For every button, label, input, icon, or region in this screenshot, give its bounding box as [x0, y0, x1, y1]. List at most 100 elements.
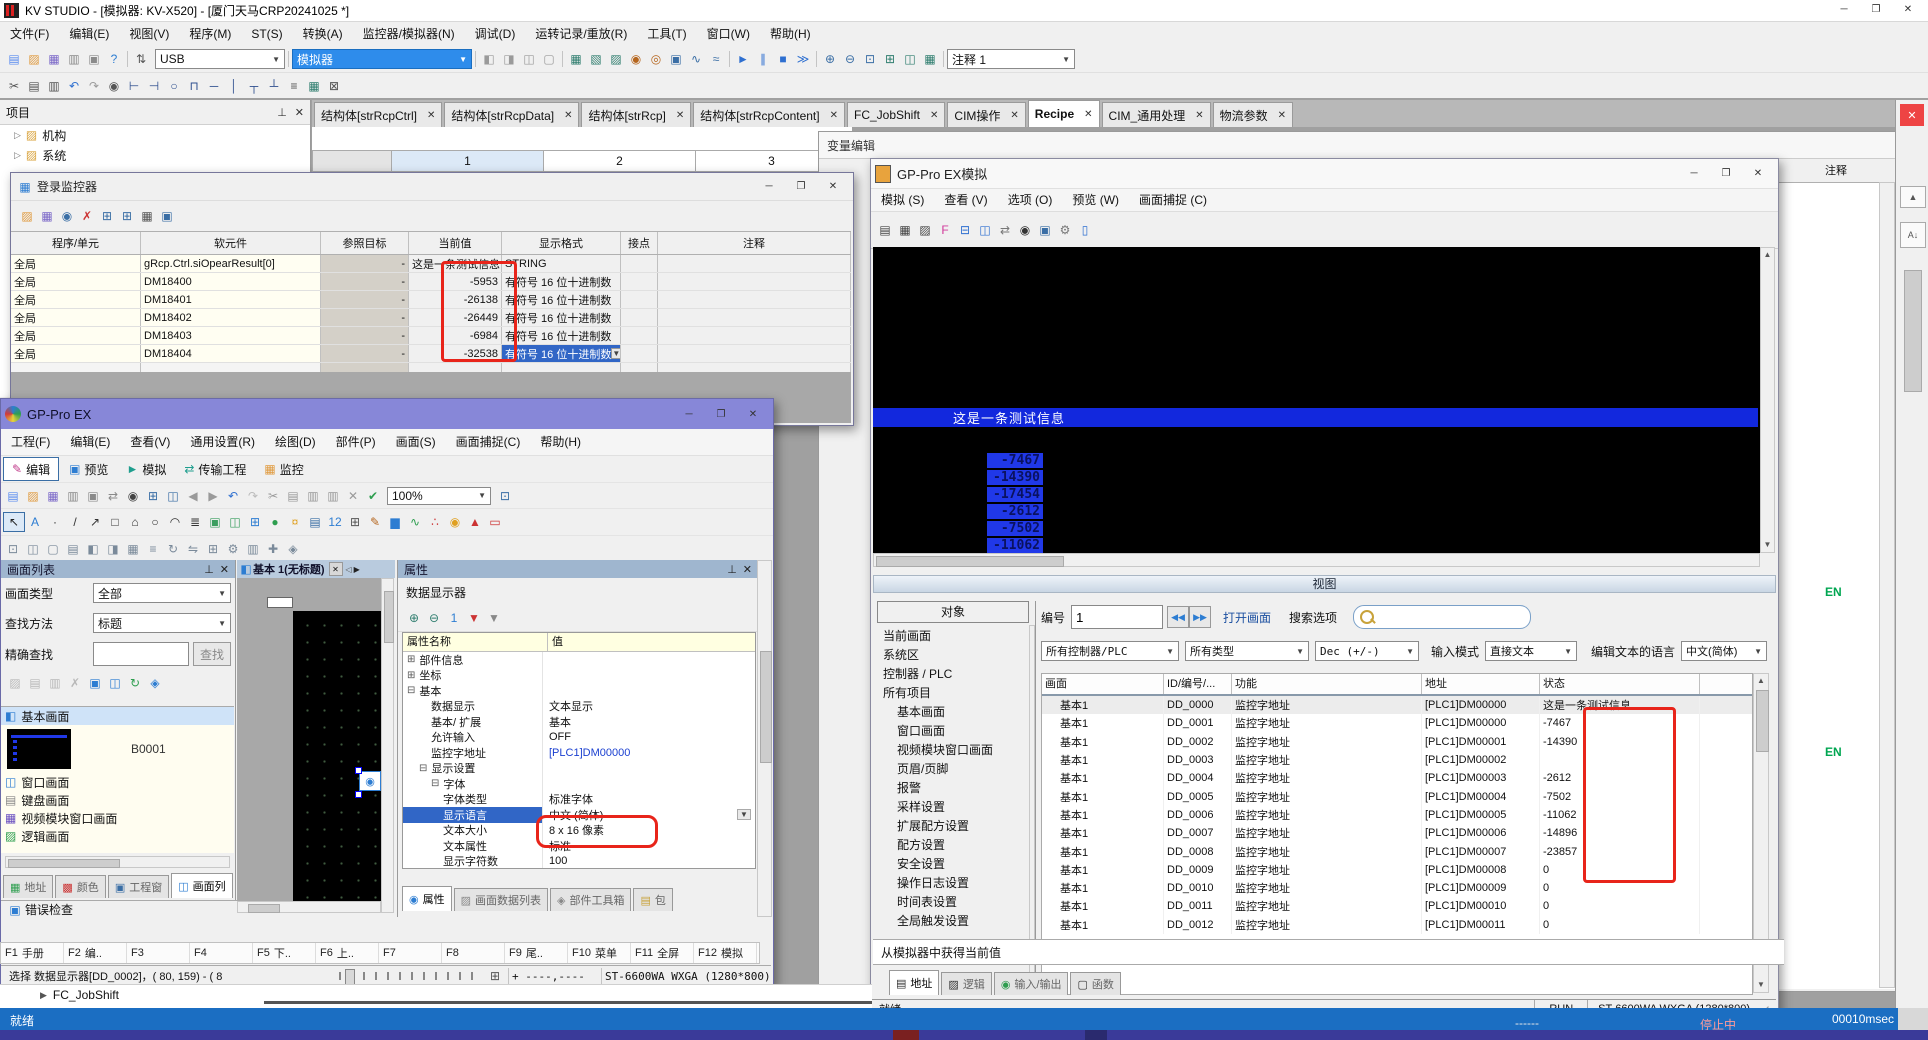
clear-plc-icon[interactable]: ▢ [539, 50, 559, 68]
sim-menu-item-1[interactable]: 查看 (V) [934, 189, 997, 211]
tab-prev-icon[interactable]: ◁ [346, 565, 352, 574]
view-object-11[interactable]: 配方设置 [877, 836, 1035, 855]
prop-row-0[interactable]: ⊞部件信息 [403, 652, 755, 668]
close-button[interactable]: ✕ [817, 177, 849, 197]
gppro-menu-item-8[interactable]: 帮助(H) [530, 431, 591, 453]
edit-canvas[interactable]: ◉ [237, 578, 381, 913]
watch-row-0[interactable]: 全局gRcp.Ctrl.siOpearResult[0]-这是一条测试信息STR… [11, 255, 851, 273]
sim-menu-item-3[interactable]: 预览 (W) [1062, 189, 1129, 211]
view-row-1[interactable]: 基本1DD_0001监控字地址[PLC1]DM00000-7467 [1042, 714, 1752, 732]
camera-icon[interactable]: ◉ [1015, 221, 1035, 239]
screen-type-combo[interactable]: 全部▼ [93, 583, 231, 603]
zoom-in-icon[interactable]: ⊕ [820, 50, 840, 68]
gppro-menu-item-6[interactable]: 画面(S) [386, 431, 446, 453]
fkey-F6[interactable]: F6上.. [316, 943, 379, 963]
verify-plc-icon[interactable]: ◫ [519, 50, 539, 68]
expand-arrow-icon[interactable]: ▷ [14, 130, 21, 141]
gppro-menu-item-3[interactable]: 通用设置(R) [180, 431, 265, 453]
sim-menu-item-2[interactable]: 选项 (O) [998, 189, 1063, 211]
single-level-icon[interactable]: 1 [444, 609, 464, 627]
view-row-10[interactable]: 基本1DD_0010监控字地址[PLC1]DM000090 [1042, 879, 1752, 897]
sim-tab-地址[interactable]: ▤地址 [889, 970, 939, 995]
screen-thumbnail-row[interactable]: B0001 [1, 725, 234, 773]
panel-tab-画面列[interactable]: ◫画面列 [171, 873, 232, 898]
search-options-label[interactable]: 搜索选项 [1289, 609, 1337, 626]
view-object-9[interactable]: 采样设置 [877, 798, 1035, 817]
print-icon[interactable]: ▥ [64, 50, 84, 68]
view-row-5[interactable]: 基本1DD_0005监控字地址[PLC1]DM00004-7502 [1042, 787, 1752, 805]
view-object-0[interactable]: 当前画面 [877, 627, 1035, 646]
address-view-icon[interactable]: ▦ [895, 221, 915, 239]
branch-icon[interactable]: ┬ [244, 77, 264, 95]
new-screen-icon[interactable]: ▨ [5, 674, 25, 692]
gppro-menu-item-5[interactable]: 部件(P) [326, 431, 386, 453]
find-icon[interactable]: ◉ [104, 77, 124, 95]
view-col-2[interactable]: 功能 [1232, 674, 1422, 694]
lamp-part-icon[interactable]: ● [265, 513, 285, 531]
watch-col-6[interactable]: 注释 [658, 232, 851, 254]
device-monitor-icon[interactable]: ◎ [646, 50, 666, 68]
tab-close-icon[interactable]: ✕ [564, 110, 572, 121]
panel-tab-工程窗[interactable]: ▣工程窗 [108, 875, 169, 898]
gppro-menu-item-2[interactable]: 查看(V) [120, 431, 180, 453]
tab-next-icon[interactable]: ▶ [354, 565, 360, 574]
prop-row-12[interactable]: 文本属性标准 [403, 838, 755, 854]
tab-close-icon[interactable]: ✕ [830, 110, 838, 121]
coil-icon[interactable]: ○ [164, 77, 184, 95]
contact-no-icon[interactable]: ⊢ [124, 77, 144, 95]
tree-item-fcjobshift[interactable]: ▶ FC_JobShift [40, 988, 119, 1002]
window-part-icon[interactable]: ⊡ [3, 540, 23, 558]
kv-menu-item-0[interactable]: 文件(F) [0, 23, 59, 45]
view-row-6[interactable]: 基本1DD_0006监控字地址[PLC1]DM00005-11062 [1042, 806, 1752, 824]
view-object-7[interactable]: 页眉/页脚 [877, 760, 1035, 779]
usb-combo[interactable]: USB▼ [155, 49, 285, 69]
realtime-chart-icon[interactable]: ≈ [706, 50, 726, 68]
write-plc-icon[interactable]: ◨ [499, 50, 519, 68]
redo-icon[interactable]: ↷ [84, 77, 104, 95]
view-object-8[interactable]: 报警 [877, 779, 1035, 798]
kv-menu-item-7[interactable]: 调试(D) [465, 23, 526, 45]
find-method-combo[interactable]: 标题▼ [93, 613, 231, 633]
view-row-3[interactable]: 基本1DD_0003监控字地址[PLC1]DM00002 [1042, 751, 1752, 769]
back-icon[interactable]: ◨ [103, 540, 123, 558]
join-icon[interactable]: ┴ [264, 77, 284, 95]
rect-tool-icon[interactable]: □ [105, 513, 125, 531]
preview-icon[interactable]: ▣ [83, 487, 103, 505]
tab-close-icon[interactable]: ✕ [676, 110, 684, 121]
pause-icon[interactable]: ∥ [753, 50, 773, 68]
screen-list-item-3[interactable]: ▦视频模块窗口画面 [1, 809, 234, 827]
multi-view-icon[interactable]: ◫ [105, 674, 125, 692]
polyline-tool-icon[interactable]: ↗ [85, 513, 105, 531]
kv-menu-item-2[interactable]: 视图(V) [119, 23, 179, 45]
prop-row-4[interactable]: 基本/ 扩展基本 [403, 714, 755, 730]
prop-tab-画面数据列表[interactable]: ▨画面数据列表 [454, 888, 548, 911]
copy-screen-icon[interactable]: ◫ [163, 487, 183, 505]
fkey-F1[interactable]: F1手册 [1, 943, 64, 963]
gppro-menu-item-1[interactable]: 编辑(E) [60, 431, 120, 453]
view-row-2[interactable]: 基本1DD_0002监控字地址[PLC1]DM00001-14390 [1042, 733, 1752, 751]
fit-width-icon[interactable]: ⊡ [860, 50, 880, 68]
library-icon[interactable]: ▥ [243, 540, 263, 558]
minimize-button[interactable]: ─ [1678, 164, 1710, 184]
mode-button-模拟[interactable]: ►模拟 [118, 458, 174, 480]
prev-screen-button[interactable]: ◀◀ [1167, 606, 1189, 628]
fkey-F4[interactable]: F4 [190, 943, 253, 963]
fkey-F12[interactable]: F12模拟 [694, 943, 757, 963]
unit-monitor-icon[interactable]: ▣ [666, 50, 686, 68]
expand-arrow-icon[interactable]: ▶ [40, 990, 47, 1001]
minimize-button[interactable]: ─ [673, 404, 705, 424]
canvas-hscrollbar[interactable] [237, 901, 381, 913]
type-filter-combo[interactable]: 所有类型▼ [1185, 641, 1309, 661]
horizontal-scrollbar[interactable] [5, 856, 230, 868]
kv-menu-item-11[interactable]: 帮助(H) [760, 23, 821, 45]
message-part-icon[interactable]: ▤ [305, 513, 325, 531]
view-object-2[interactable]: 控制器 / PLC [877, 665, 1035, 684]
screen-tab-label[interactable]: 基本 1(无标题) [253, 561, 325, 577]
screen-hscrollbar[interactable] [873, 553, 1760, 567]
ellipse-tool-icon[interactable]: ○ [145, 513, 165, 531]
next-screen-icon[interactable]: ▶ [203, 487, 223, 505]
watch-row-1[interactable]: 全局DM18400--5953有符号 16 位十进制数 [11, 273, 851, 291]
polygon-tool-icon[interactable]: ⌂ [125, 513, 145, 531]
view-object-12[interactable]: 安全设置 [877, 855, 1035, 874]
prop-row-5[interactable]: 允许输入OFF [403, 730, 755, 746]
